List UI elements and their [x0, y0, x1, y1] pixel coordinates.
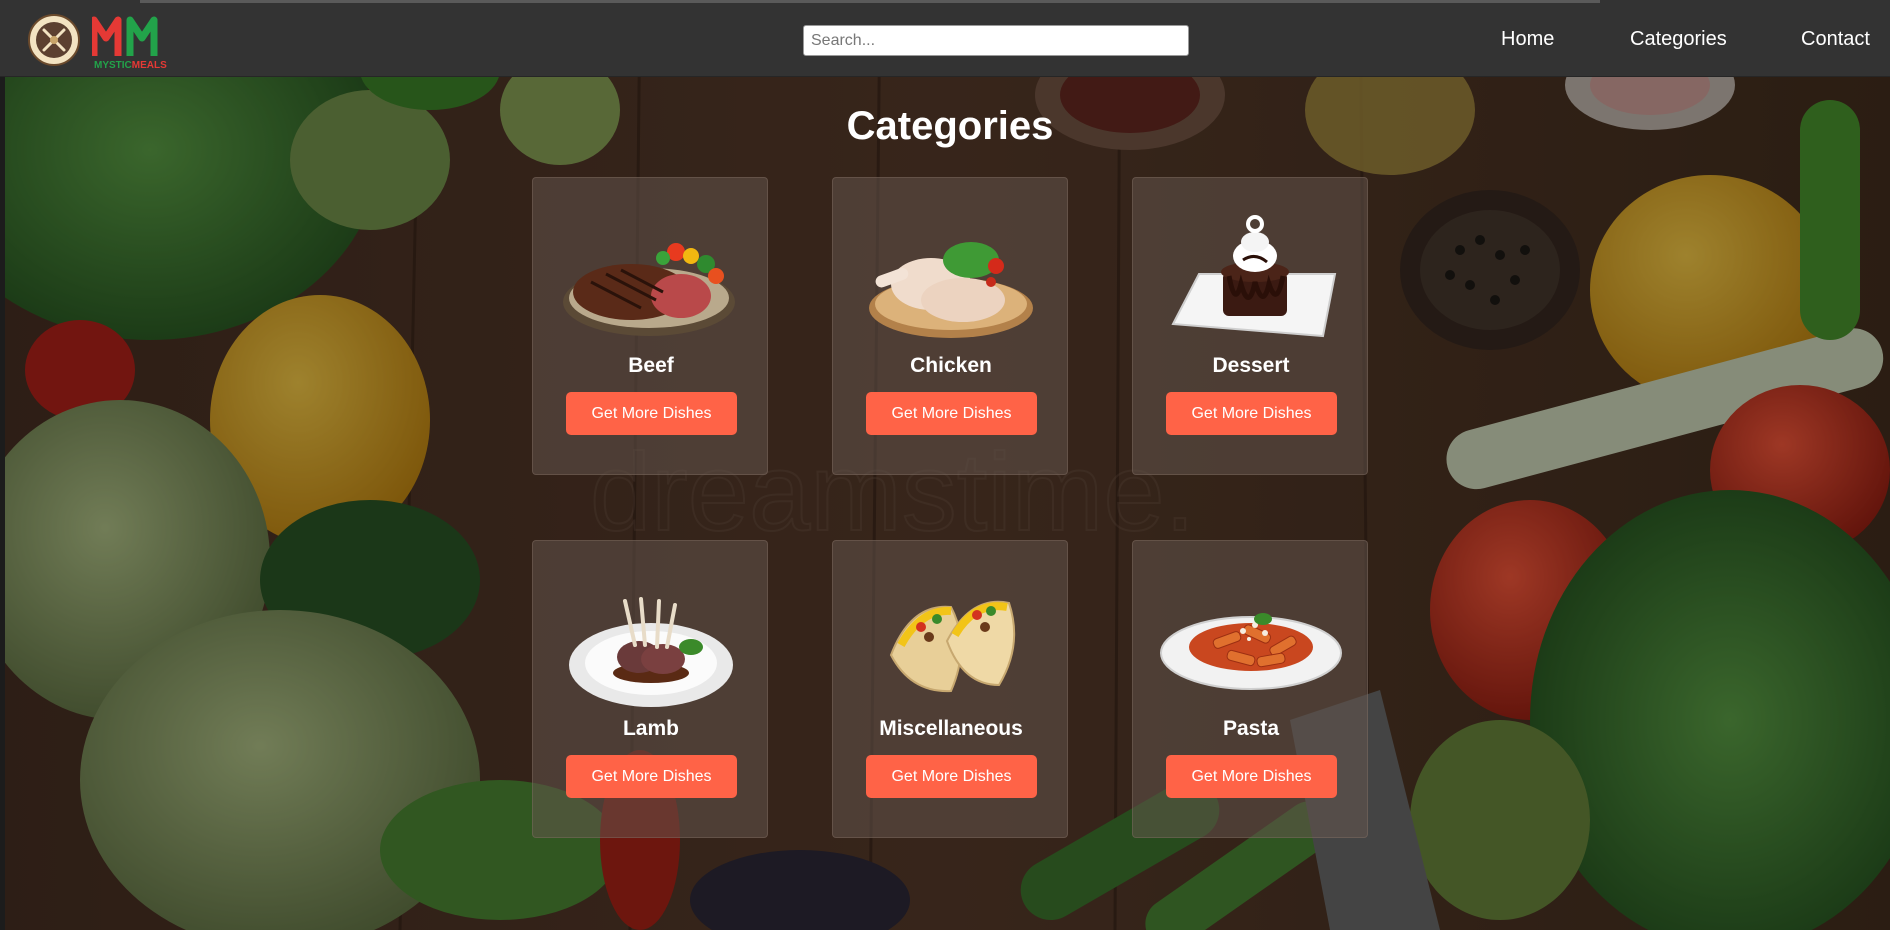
category-card-lamb: Lamb Get More Dishes — [532, 540, 768, 838]
svg-text:MYSTICMEALS: MYSTICMEALS — [94, 60, 167, 70]
penne-pasta-image — [1160, 613, 1342, 690]
steak-plate-image — [563, 243, 735, 336]
search-input[interactable] — [803, 25, 1189, 56]
logo-seal-icon — [28, 14, 80, 66]
chicken-legs-image — [869, 242, 1033, 338]
get-more-dishes-button-chicken[interactable]: Get More Dishes — [866, 392, 1037, 435]
category-name: Pasta — [1222, 717, 1280, 740]
category-card-dessert: Dessert Get More Dishes — [1132, 177, 1368, 475]
category-name: Chicken — [910, 354, 992, 377]
get-more-dishes-button-miscellaneous[interactable]: Get More Dishes — [866, 755, 1037, 798]
category-name: Miscellaneous — [879, 717, 1023, 740]
get-more-dishes-button-dessert[interactable]: Get More Dishes — [1166, 392, 1337, 435]
chocolate-cake-image — [1171, 215, 1337, 338]
top-navbar: MYSTICMEALS Home Categories Contact — [0, 0, 1890, 77]
get-more-dishes-button-pasta[interactable]: Get More Dishes — [1166, 755, 1337, 798]
category-card-chicken: Chicken Get More Dishes — [832, 177, 1068, 475]
category-card-beef: Beef Get More Dishes — [532, 177, 768, 475]
category-name: Beef — [628, 354, 674, 377]
page-top-edge — [140, 0, 1600, 3]
page-title: Categories — [846, 104, 1054, 148]
site-logo[interactable]: MYSTICMEALS — [28, 14, 168, 70]
get-more-dishes-button-beef[interactable]: Get More Dishes — [566, 392, 737, 435]
category-name: Lamb — [622, 717, 679, 740]
nav-link-contact[interactable]: Contact — [1801, 28, 1870, 51]
lamb-chops-image — [569, 597, 733, 707]
nav-link-categories[interactable]: Categories — [1630, 28, 1727, 51]
category-card-miscellaneous: Miscellaneous Get More Dishes — [832, 540, 1068, 838]
nav-link-home[interactable]: Home — [1501, 28, 1554, 51]
logo-monogram-icon: MYSTICMEALS — [92, 16, 167, 70]
get-more-dishes-button-lamb[interactable]: Get More Dishes — [566, 755, 737, 798]
category-card-pasta: Pasta Get More Dishes — [1132, 540, 1368, 838]
category-name: Dessert — [1212, 354, 1290, 377]
tacos-image — [889, 600, 1016, 693]
